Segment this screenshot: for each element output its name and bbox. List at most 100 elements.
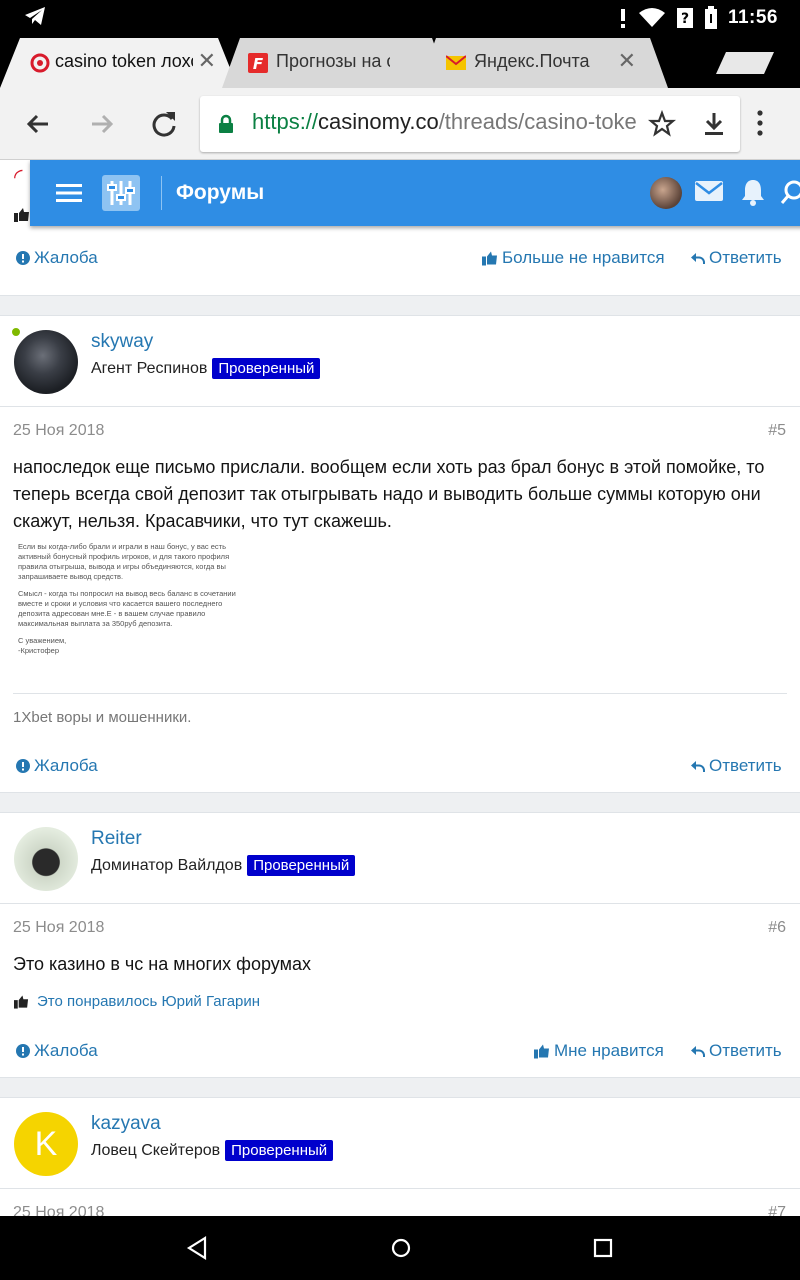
tab-casino-token[interactable]: casino token лохотрон ✕: [0, 38, 238, 88]
tab-prognozy[interactable]: F Прогнозы на спорт: [222, 38, 450, 88]
post-gap: [0, 1078, 800, 1098]
like-link[interactable]: Мне нравится: [534, 1041, 664, 1061]
site-logo[interactable]: [102, 175, 140, 211]
username[interactable]: Reiter: [91, 828, 142, 850]
post-number[interactable]: #6: [768, 919, 786, 937]
likes-summary: Это понравилось Юрий Гагарин: [14, 993, 260, 1010]
post-author: skyway Агент Респинов Проверенный: [0, 316, 800, 406]
post-gap: [0, 296, 800, 316]
warning-icon: [16, 1044, 30, 1058]
url-text: https://casinomy.co/threads/casino-token: [252, 109, 636, 134]
search-icon[interactable]: [780, 178, 800, 206]
nav-home-icon[interactable]: [389, 1236, 413, 1260]
svg-text:F: F: [253, 55, 264, 73]
browser-toolbar: https://casinomy.co/threads/casino-token: [0, 88, 800, 160]
post-number[interactable]: #5: [768, 422, 786, 440]
username[interactable]: kazyava: [91, 1113, 161, 1135]
reply-arrow-icon: [691, 760, 705, 772]
close-tab-icon[interactable]: ✕: [618, 48, 636, 74]
report-link[interactable]: Жалоба: [16, 248, 98, 268]
warning-icon: [16, 759, 30, 773]
post-date[interactable]: 25 Ноя 2018: [13, 919, 104, 937]
close-tab-icon[interactable]: ✕: [198, 48, 216, 74]
avatar-reiter[interactable]: [14, 827, 78, 891]
back-arrow-icon[interactable]: [22, 108, 54, 140]
casino-favicon-icon: [30, 53, 50, 73]
unlike-link[interactable]: Больше не нравится: [482, 248, 665, 268]
post-card: Reiter Доминатор Вайлдов Проверенный 25 …: [0, 812, 800, 1078]
silent-icon: [620, 9, 625, 28]
tab-strip: casino token лохотрон ✕ F Прогнозы на сп…: [0, 34, 800, 88]
user-title: Агент Респинов Проверенный: [91, 358, 321, 379]
warning-icon: [16, 251, 30, 265]
post-card: skyway Агент Респинов Проверенный 25 Ноя…: [0, 315, 800, 793]
partial-like-icon: [14, 208, 30, 222]
post-number[interactable]: #7: [768, 1204, 786, 1216]
sliders-logo-icon: [107, 181, 135, 205]
report-link[interactable]: Жалоба: [16, 756, 98, 776]
lock-icon: [219, 114, 233, 133]
post-actions: Жалоба Мне нравится Ответить: [0, 1031, 800, 1071]
post-actions: Жалоба Ответить: [0, 746, 800, 786]
reply-link[interactable]: Ответить: [690, 756, 782, 776]
forums-title[interactable]: Форумы: [176, 181, 264, 205]
signal-unknown-icon: ?: [676, 8, 693, 28]
report-link[interactable]: Жалоба: [16, 1041, 98, 1061]
address-bar[interactable]: https://casinomy.co/threads/casino-token: [200, 96, 740, 152]
nav-back-icon[interactable]: [186, 1236, 208, 1260]
post-date[interactable]: 25 Ноя 2018: [13, 1204, 104, 1216]
new-tab-button[interactable]: [710, 38, 778, 88]
bookmark-star-icon[interactable]: [648, 110, 676, 138]
inbox-icon[interactable]: [694, 179, 724, 203]
header-divider: [161, 176, 162, 210]
battery-icon: [704, 6, 717, 29]
post-date[interactable]: 25 Ноя 2018: [13, 422, 104, 440]
email-screenshot-image: Если вы когда-либо брали и играли в наш …: [18, 542, 290, 672]
status-bar: ? 11:56: [0, 0, 800, 34]
reload-icon[interactable]: [148, 108, 180, 140]
forum-header: Форумы: [30, 160, 800, 226]
reply-link[interactable]: Ответить: [690, 1041, 782, 1061]
verified-badge: Проверенный: [212, 358, 321, 379]
post-author: Reiter Доминатор Вайлдов Проверенный: [0, 813, 800, 903]
user-title: Доминатор Вайлдов Проверенный: [91, 855, 356, 876]
post-actions: Жалоба Больше не нравится Ответить: [0, 238, 800, 278]
post-author: K kazyava Ловец Скейтеров Проверенный: [0, 1098, 800, 1188]
telegram-icon: [25, 7, 45, 25]
tab-title: casino token лохотрон: [55, 51, 193, 71]
hamburger-menu-icon[interactable]: [56, 183, 82, 203]
reply-arrow-icon: [691, 252, 705, 264]
thumbs-up-icon: [482, 251, 497, 265]
post-gap: [0, 793, 800, 813]
verified-badge: Проверенный: [225, 1140, 334, 1161]
tab-title: Прогнозы на спорт: [276, 51, 390, 71]
post-card: K kazyava Ловец Скейтеров Проверенный 25…: [0, 1097, 800, 1216]
download-icon[interactable]: [700, 110, 728, 138]
reply-arrow-icon: [691, 1045, 705, 1057]
reply-link[interactable]: Ответить: [690, 248, 782, 268]
forward-arrow-icon[interactable]: [86, 108, 118, 140]
verified-badge: Проверенный: [247, 855, 356, 876]
username[interactable]: skyway: [91, 331, 153, 353]
thumbs-up-icon: [14, 208, 29, 222]
mail-favicon-icon: [446, 55, 466, 70]
overflow-menu-icon[interactable]: [756, 110, 764, 136]
signature: 1Xbet воры и мошенники.: [13, 709, 192, 726]
user-title: Ловец Скейтеров Проверенный: [91, 1140, 334, 1161]
thumbs-up-icon: [534, 1044, 549, 1058]
alerts-bell-icon[interactable]: [740, 177, 766, 207]
post-message: Это казино в чс на многих форумах: [13, 954, 311, 974]
tab-yandex-mail[interactable]: Яндекс.Почта ✕: [418, 38, 668, 88]
wifi-icon: [638, 8, 665, 27]
svg-text:?: ?: [681, 11, 689, 27]
thumbs-up-icon: [14, 994, 29, 1009]
clock: 11:56: [727, 7, 778, 28]
user-avatar[interactable]: [650, 177, 682, 209]
system-nav-bar: [0, 1216, 800, 1280]
nav-recents-icon[interactable]: [592, 1236, 614, 1260]
avatar-skyway[interactable]: [14, 330, 78, 394]
online-indicator: [10, 326, 22, 338]
avatar-kazyava[interactable]: K: [14, 1112, 78, 1176]
f-favicon-icon: F: [248, 53, 268, 73]
post-message: напоследок еще письмо прислали. вообщем …: [13, 457, 765, 531]
